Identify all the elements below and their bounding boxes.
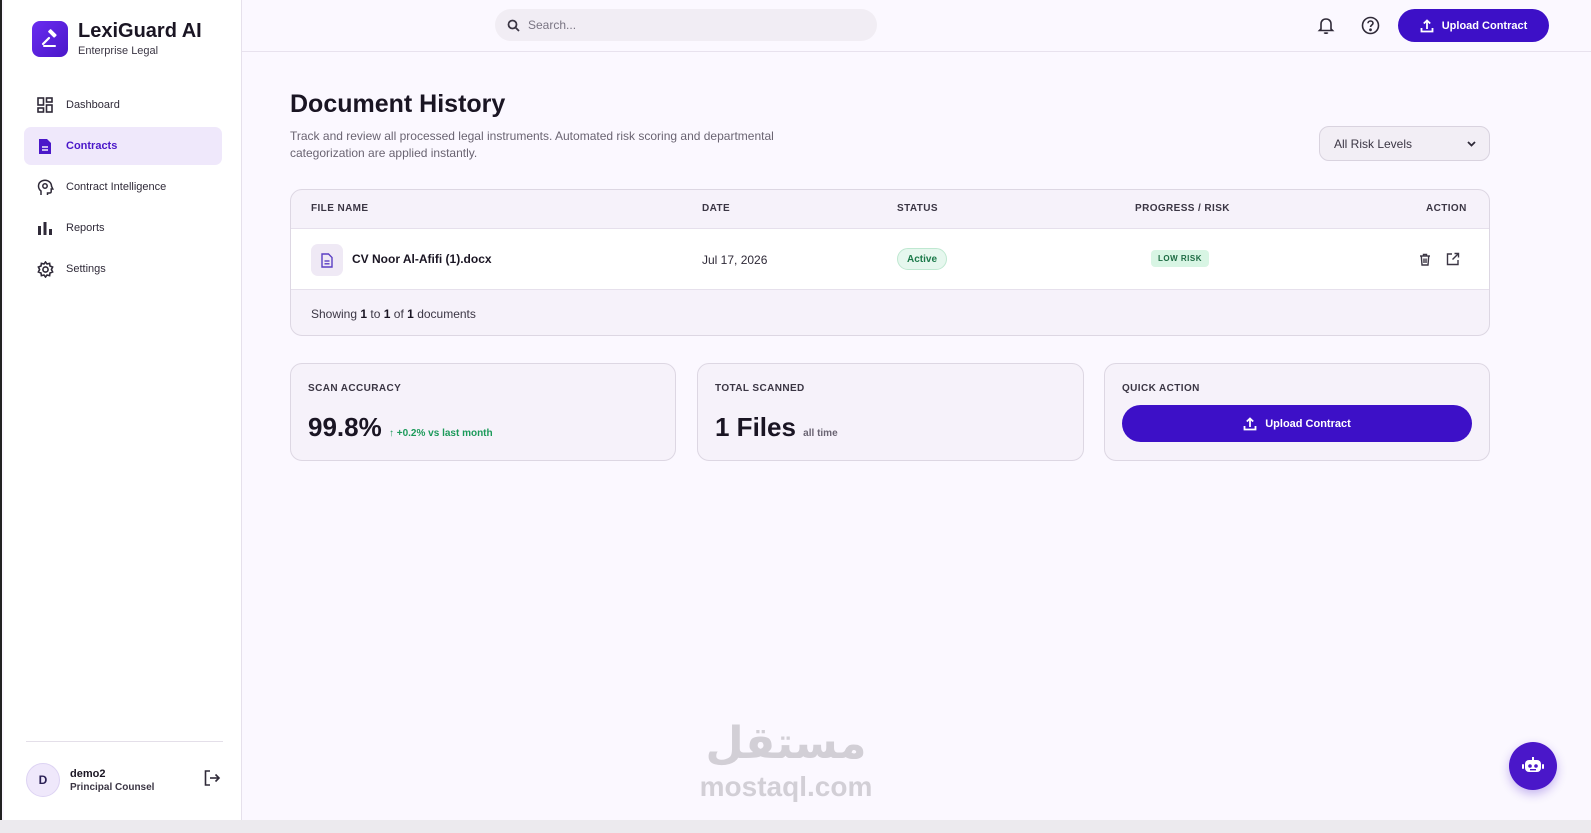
risk-level-select[interactable]: All Risk Levels [1319,126,1490,161]
brand-subtitle: Enterprise Legal [78,45,159,57]
pagination-to-word: to [370,307,381,321]
search-bar[interactable] [495,9,877,41]
brand-name: LexiGuard AI [78,20,202,42]
sidebar-item-label: Contract Intelligence [66,181,167,193]
robot-icon [1522,756,1544,776]
pagination-summary: Showing 1 to 1 of 1 documents [311,307,476,321]
assistant-chat-button[interactable] [1509,742,1557,790]
column-header-file-name[interactable]: FILE NAME [311,203,369,214]
pagination-prefix: Showing [311,307,358,321]
user-profile: D demo2 Principal Counsel [26,762,226,798]
scan-accuracy-value: 99.8% ↑ +0.2% vs last month [308,412,493,443]
column-header-date[interactable]: DATE [702,203,730,214]
pagination-total: 1 [407,307,414,321]
page-title: Document History [290,90,506,118]
quick-action-label: QUICK ACTION [1122,383,1200,394]
quick-upload-contract-button[interactable]: Upload Contract [1122,405,1472,442]
user-role: Principal Counsel [70,781,155,793]
sidebar-item-contract-intelligence[interactable]: Contract Intelligence [24,168,222,206]
window-bottom-edge [0,820,1591,833]
watermark-arabic: مستقل [705,718,867,769]
file-document-icon [311,244,343,276]
arrow-up-icon: ↑ [388,428,394,439]
avatar[interactable]: D [26,763,60,797]
dashboard-grid-icon [36,96,54,114]
gear-icon [36,260,54,278]
help-icon[interactable] [1359,14,1381,36]
sidebar-item-dashboard[interactable]: Dashboard [24,86,222,124]
total-scanned-label: TOTAL SCANNED [715,383,805,394]
sidebar-item-contracts[interactable]: Contracts [24,127,222,165]
risk-level-selected: All Risk Levels [1334,136,1413,151]
chevron-down-icon [1466,138,1477,152]
documents-table: FILE NAME DATE STATUS PROGRESS / RISK AC… [290,189,1490,336]
bar-chart-icon [36,219,54,237]
sidebar-item-settings[interactable]: Settings [24,250,222,288]
scan-accuracy-card: SCAN ACCURACY 99.8% ↑ +0.2% vs last mont… [290,363,676,461]
trash-icon[interactable] [1416,250,1434,268]
logout-icon[interactable] [202,768,224,790]
sidebar-item-reports[interactable]: Reports [24,209,222,247]
file-date: Jul 17, 2026 [702,253,768,267]
search-input[interactable] [528,18,848,32]
app-window: LexiGuard AI Enterprise Legal Dashboard [0,0,1591,820]
total-scanned-note: all time [803,428,838,439]
pagination-from: 1 [360,307,368,321]
file-name[interactable]: CV Noor Al-Afifi (1).docx [352,252,492,266]
sidebar: LexiGuard AI Enterprise Legal Dashboard [4,0,242,820]
search-icon [507,19,520,32]
total-scanned-number: 1 Files [715,412,796,442]
watermark-latin: mostaql.com [699,771,873,802]
column-header-status[interactable]: STATUS [897,203,938,214]
brand[interactable]: LexiGuard AI Enterprise Legal [32,20,202,57]
column-header-progress-risk[interactable]: PROGRESS / RISK [1135,203,1230,214]
quick-upload-label: Upload Contract [1265,417,1351,430]
sidebar-nav: Dashboard Contracts Contract Intelligenc… [24,86,222,291]
scan-accuracy-delta-text: +0.2% vs last month [396,428,493,439]
user-name: demo2 [70,767,106,780]
document-icon [36,137,54,155]
upload-contract-label: Upload Contract [1441,19,1528,32]
upload-icon [1243,416,1257,431]
status-badge: Active [897,248,948,270]
external-link-icon[interactable] [1444,250,1462,268]
divider [26,741,223,742]
total-scanned-card: TOTAL SCANNED 1 Files all time [697,363,1084,461]
upload-contract-button[interactable]: Upload Contract [1398,9,1549,42]
watermark: مستقل mostaql.com [690,716,882,802]
scan-accuracy-label: SCAN ACCURACY [308,383,402,394]
page-description: Track and review all processed legal ins… [290,129,774,160]
risk-badge: LOW RISK [1151,250,1209,267]
quick-action-card: QUICK ACTION Upload Contract [1104,363,1490,461]
sidebar-item-label: Settings [66,263,106,275]
pagination-of-word: of [393,307,404,321]
scan-accuracy-delta: ↑ +0.2% vs last month [389,428,493,439]
upload-icon [1420,18,1434,33]
scan-accuracy-number: 99.8% [308,412,382,442]
top-header: Upload Contract [242,0,1591,52]
sidebar-item-label: Reports [66,222,105,234]
column-header-action: ACTION [1426,203,1467,214]
sidebar-item-label: Dashboard [66,99,120,111]
table-row[interactable]: CV Noor Al-Afifi (1).docx Jul 17, 2026 A… [291,228,1489,290]
total-scanned-value: 1 Files all time [715,412,838,443]
ai-head-icon [36,178,54,196]
pagination-to: 1 [383,307,391,321]
gavel-logo-icon [32,20,68,57]
bell-icon[interactable] [1315,14,1337,36]
sidebar-item-label: Contracts [66,140,118,152]
pagination-suffix: documents [417,307,476,321]
